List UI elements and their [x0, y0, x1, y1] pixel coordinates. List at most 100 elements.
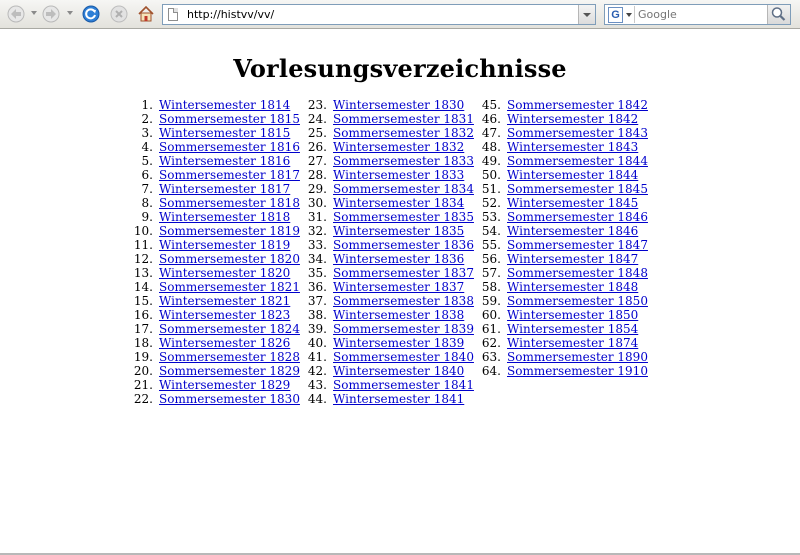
home-button[interactable]: [135, 3, 157, 25]
semester-link[interactable]: Wintersemester 1817: [159, 182, 290, 196]
semester-link[interactable]: Sommersemester 1842: [507, 98, 648, 112]
stop-icon: [110, 5, 128, 23]
semester-link[interactable]: Wintersemester 1845: [507, 196, 638, 210]
list-item-number: 31.: [307, 210, 327, 224]
list-item-number: 52.: [481, 196, 501, 210]
address-bar[interactable]: http://histvv/vv/: [162, 4, 596, 25]
semester-link[interactable]: Wintersemester 1854: [507, 322, 638, 336]
semester-link[interactable]: Wintersemester 1833: [333, 168, 464, 182]
semester-link[interactable]: Sommersemester 1844: [507, 154, 648, 168]
semester-link[interactable]: Wintersemester 1818: [159, 210, 290, 224]
semester-link[interactable]: Wintersemester 1826: [159, 336, 290, 350]
list-item-number: 32.: [307, 224, 327, 238]
semester-link[interactable]: Sommersemester 1841: [333, 378, 474, 392]
semester-link[interactable]: Sommersemester 1833: [333, 154, 474, 168]
semester-link[interactable]: Sommersemester 1845: [507, 182, 648, 196]
semester-link[interactable]: Wintersemester 1820: [159, 266, 290, 280]
semester-link[interactable]: Sommersemester 1839: [333, 322, 474, 336]
semester-link[interactable]: Wintersemester 1840: [333, 364, 464, 378]
list-item: 61. Wintersemester 1854: [477, 322, 648, 336]
semester-link[interactable]: Wintersemester 1814: [159, 98, 290, 112]
semester-link[interactable]: Sommersemester 1834: [333, 182, 474, 196]
semester-link[interactable]: Sommersemester 1850: [507, 294, 648, 308]
semester-link[interactable]: Sommersemester 1843: [507, 126, 648, 140]
semester-link[interactable]: Wintersemester 1844: [507, 168, 638, 182]
semester-link[interactable]: Sommersemester 1818: [159, 196, 300, 210]
semester-link[interactable]: Sommersemester 1819: [159, 224, 300, 238]
semester-link[interactable]: Sommersemester 1847: [507, 238, 648, 252]
semester-link[interactable]: Sommersemester 1821: [159, 280, 300, 294]
semester-link[interactable]: Wintersemester 1830: [333, 98, 464, 112]
list-item: 34. Wintersemester 1836: [303, 252, 474, 266]
semester-link[interactable]: Sommersemester 1815: [159, 112, 300, 126]
semester-link[interactable]: Sommersemester 1828: [159, 350, 300, 364]
semester-link[interactable]: Sommersemester 1840: [333, 350, 474, 364]
semester-link[interactable]: Sommersemester 1816: [159, 140, 300, 154]
semester-link[interactable]: Wintersemester 1836: [333, 252, 464, 266]
semester-link[interactable]: Wintersemester 1842: [507, 112, 638, 126]
semester-link[interactable]: Sommersemester 1838: [333, 294, 474, 308]
semester-link[interactable]: Sommersemester 1836: [333, 238, 474, 252]
semester-link[interactable]: Sommersemester 1824: [159, 322, 300, 336]
list-item: 31. Sommersemester 1835: [303, 210, 474, 224]
semester-link[interactable]: Wintersemester 1874: [507, 336, 638, 350]
reload-button[interactable]: [80, 3, 102, 25]
list-item: 63. Sommersemester 1890: [477, 350, 648, 364]
search-engine-selector[interactable]: G: [606, 6, 635, 23]
list-item-number: 12.: [133, 252, 153, 266]
list-item: 56. Wintersemester 1847: [477, 252, 648, 266]
semester-link[interactable]: Wintersemester 1837: [333, 280, 464, 294]
semester-link[interactable]: Wintersemester 1821: [159, 294, 290, 308]
semester-link[interactable]: Sommersemester 1832: [333, 126, 474, 140]
semester-link[interactable]: Wintersemester 1847: [507, 252, 638, 266]
semester-link[interactable]: Sommersemester 1848: [507, 266, 648, 280]
list-item: 19. Sommersemester 1828: [126, 350, 300, 364]
semester-link[interactable]: Wintersemester 1815: [159, 126, 290, 140]
semester-link[interactable]: Sommersemester 1910: [507, 364, 648, 378]
semester-link[interactable]: Wintersemester 1832: [333, 140, 464, 154]
address-history-dropdown-icon[interactable]: [578, 5, 595, 24]
semester-link[interactable]: Sommersemester 1831: [333, 112, 474, 126]
list-item: 47. Sommersemester 1843: [477, 126, 648, 140]
semester-list-column-3: 45. Sommersemester 1842 46. Wintersemester …: [477, 98, 648, 378]
list-item: 6. Sommersemester 1817: [126, 168, 300, 182]
semester-link[interactable]: Sommersemester 1837: [333, 266, 474, 280]
semester-link[interactable]: Wintersemester 1839: [333, 336, 464, 350]
semester-link[interactable]: Wintersemester 1823: [159, 308, 290, 322]
back-button[interactable]: [5, 3, 27, 25]
semester-link[interactable]: Wintersemester 1816: [159, 154, 290, 168]
semester-link[interactable]: Sommersemester 1820: [159, 252, 300, 266]
search-button[interactable]: [767, 5, 790, 24]
semester-link[interactable]: Wintersemester 1843: [507, 140, 638, 154]
semester-link[interactable]: Wintersemester 1846: [507, 224, 638, 238]
engine-dropdown-icon: [626, 13, 632, 17]
stop-button[interactable]: [108, 3, 130, 25]
list-item-number: 63.: [481, 350, 501, 364]
semester-link[interactable]: Wintersemester 1819: [159, 238, 290, 252]
semester-link[interactable]: Wintersemester 1848: [507, 280, 638, 294]
list-item-number: 40.: [307, 336, 327, 350]
forward-history-dropdown-icon[interactable]: [67, 11, 73, 15]
semester-link[interactable]: Wintersemester 1834: [333, 196, 464, 210]
semester-link[interactable]: Sommersemester 1829: [159, 364, 300, 378]
forward-button[interactable]: [40, 3, 62, 25]
semester-link[interactable]: Sommersemester 1846: [507, 210, 648, 224]
semester-link[interactable]: Wintersemester 1838: [333, 308, 464, 322]
list-item-number: 49.: [481, 154, 501, 168]
semester-link[interactable]: Sommersemester 1890: [507, 350, 648, 364]
semester-link[interactable]: Wintersemester 1835: [333, 224, 464, 238]
semester-link[interactable]: Sommersemester 1830: [159, 392, 300, 406]
semester-link[interactable]: Wintersemester 1850: [507, 308, 638, 322]
list-item-number: 10.: [133, 224, 153, 238]
search-bar[interactable]: G: [604, 4, 791, 25]
semester-link[interactable]: Sommersemester 1817: [159, 168, 300, 182]
semester-link[interactable]: Wintersemester 1829: [159, 378, 290, 392]
list-item-number: 27.: [307, 154, 327, 168]
address-text[interactable]: http://histvv/vv/: [187, 8, 274, 21]
search-input[interactable]: [638, 8, 763, 21]
list-item: 45. Sommersemester 1842: [477, 98, 648, 112]
semester-link[interactable]: Wintersemester 1841: [333, 392, 464, 406]
list-item: 8. Sommersemester 1818: [126, 196, 300, 210]
back-history-dropdown-icon[interactable]: [31, 11, 37, 15]
semester-link[interactable]: Sommersemester 1835: [333, 210, 474, 224]
